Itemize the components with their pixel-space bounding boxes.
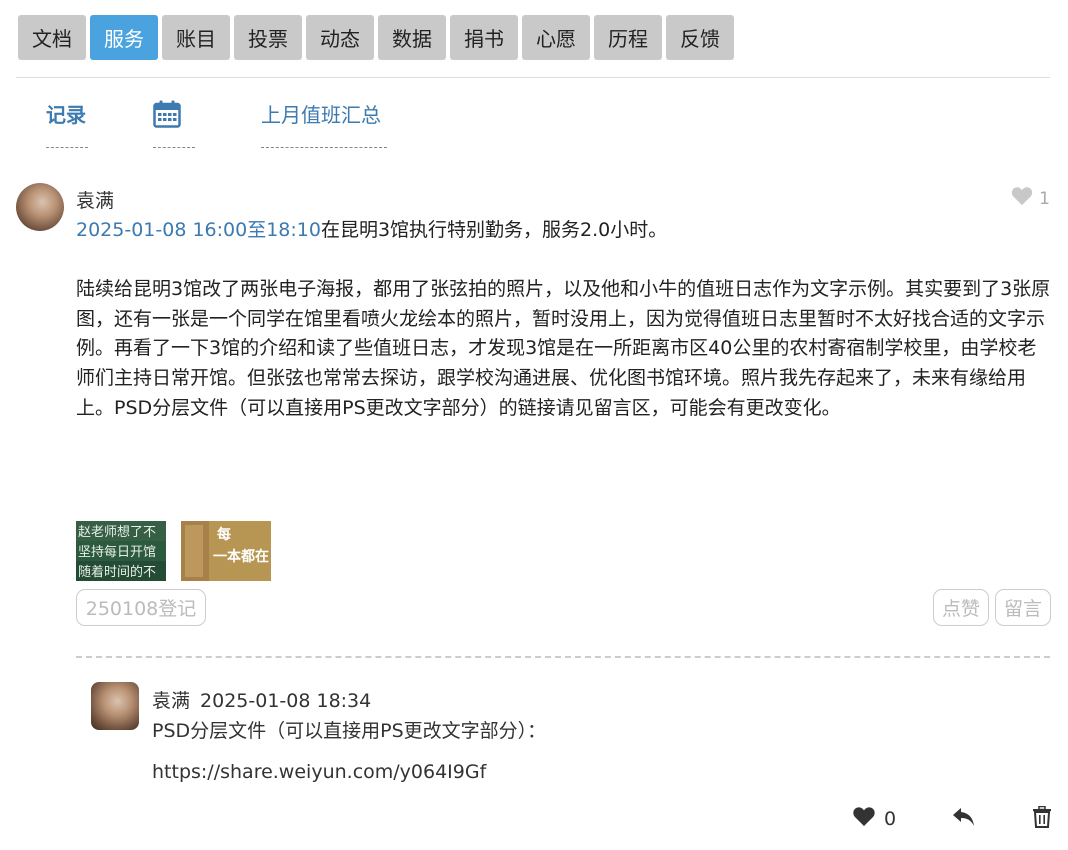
post-summary: 在昆明3馆执行特别勤务，服务2.0小时。 (320, 219, 668, 241)
thumb-text: 每 (217, 526, 231, 543)
thumb-text: 随着时间的不 (78, 564, 156, 580)
tab-summary-label: 上月值班汇总 (261, 103, 381, 127)
tab-underline (153, 147, 195, 148)
comment-text: PSD分层文件（可以直接用PS更改文字部分）： (152, 720, 547, 742)
like-button[interactable]: 点赞 (933, 589, 989, 626)
post-body: 陆续给昆明3馆改了两张电子海报，都用了张弦拍的照片，以及他和小牛的值班日志作为文… (76, 278, 1051, 419)
delete-button[interactable] (1032, 805, 1052, 832)
heart-icon (852, 806, 876, 832)
nav-divider (16, 77, 1050, 78)
nav-service[interactable]: 服务 (90, 15, 158, 60)
comment-author[interactable]: 袁满 (152, 690, 190, 712)
tab-last-month-summary[interactable]: 上月值班汇总 (261, 100, 387, 148)
reply-button[interactable] (951, 806, 977, 832)
nav-history[interactable]: 历程 (594, 15, 662, 60)
nav-vote[interactable]: 投票 (234, 15, 302, 60)
nav-donate-books[interactable]: 捐书 (450, 15, 518, 60)
calendar-icon (153, 100, 195, 130)
thumb-text: 坚持每日开馆 (78, 544, 156, 560)
trash-icon (1032, 805, 1052, 832)
comment-like-button[interactable]: 0 (852, 806, 896, 832)
thumb-text: 一本都在 (213, 548, 269, 565)
top-nav: 文档 服务 账目 投票 动态 数据 捐书 心愿 历程 反馈 (18, 15, 734, 60)
reply-icon (951, 808, 977, 832)
nav-news[interactable]: 动态 (306, 15, 374, 60)
post-datetime[interactable]: 2025-01-08 16:00至18:10 (76, 219, 321, 241)
post-image-thumbnail[interactable]: 每 一本都在 (181, 521, 271, 581)
tab-calendar[interactable] (153, 100, 195, 148)
tab-underline (261, 147, 387, 148)
heart-icon (1011, 186, 1033, 211)
post-tag[interactable]: 250108登记 (76, 589, 206, 626)
tab-record[interactable]: 记录 (46, 100, 88, 148)
comment-link[interactable]: https://share.weiyun.com/y064I9Gf (152, 761, 486, 783)
post-image-thumbnail[interactable]: 赵老师想了不 坚持每日开馆 随着时间的不 (76, 521, 166, 581)
nav-feedback[interactable]: 反馈 (666, 15, 734, 60)
post-like-count[interactable]: 1 (1011, 186, 1050, 211)
nav-data[interactable]: 数据 (378, 15, 446, 60)
nav-docs[interactable]: 文档 (18, 15, 86, 60)
nav-wishes[interactable]: 心愿 (522, 15, 590, 60)
sub-tabs: 记录 上月值班汇总 (0, 100, 1068, 160)
comment-time: 2025-01-08 18:34 (200, 690, 372, 712)
comment-button[interactable]: 留言 (995, 589, 1051, 626)
post-divider (76, 656, 1050, 658)
nav-accounts[interactable]: 账目 (162, 15, 230, 60)
tab-underline (46, 147, 88, 148)
post-author[interactable]: 袁满 (76, 186, 114, 213)
post-summary-line: 2025-01-08 16:00至18:10在昆明3馆执行特别勤务，服务2.0小… (76, 215, 667, 242)
tab-record-label: 记录 (46, 103, 86, 127)
avatar[interactable] (16, 183, 64, 231)
like-count: 1 (1039, 188, 1050, 209)
comment-like-count: 0 (884, 808, 897, 830)
comment-meta: 袁满 2025-01-08 18:34 (152, 686, 371, 713)
thumb-text: 赵老师想了不 (78, 524, 156, 540)
comment-avatar[interactable] (91, 682, 139, 730)
